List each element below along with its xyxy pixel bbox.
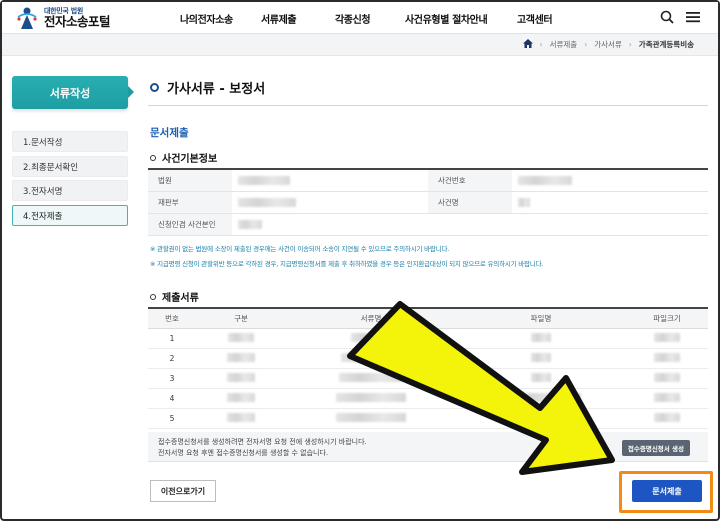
- section-title: 문서제출: [150, 127, 189, 139]
- redacted-value: [238, 176, 290, 185]
- breadcrumb-item[interactable]: 서류제출: [550, 39, 578, 50]
- page-title: 가사서류 - 보정서: [150, 78, 265, 97]
- menu-icon[interactable]: [686, 10, 700, 27]
- home-icon[interactable]: [522, 39, 533, 50]
- redacted-value: [228, 333, 254, 342]
- nav-applications[interactable]: 각종신청: [335, 11, 405, 26]
- chevron-right-icon: ›: [539, 40, 543, 49]
- chevron-right-icon: ›: [628, 40, 632, 49]
- chevron-right-icon: ›: [584, 40, 588, 49]
- redacted-value: [518, 176, 572, 185]
- footer-notice: 전자서명 요청 후엔 접수증명신청서를 생성할 수 없습니다.: [158, 448, 329, 457]
- redacted-value: [227, 373, 255, 382]
- title-divider: [148, 105, 708, 106]
- search-icon[interactable]: [660, 10, 674, 27]
- submitted-docs-heading: 제출서류: [150, 289, 199, 304]
- breadcrumb: › 서류제출 › 가사서류 › 가족관계등록비송: [522, 39, 694, 50]
- label-party: 신청인겸 사건본인: [148, 214, 232, 235]
- nav-customer-center[interactable]: 고객센터: [517, 11, 577, 26]
- breadcrumb-current: 가족관계등록비송: [638, 40, 694, 49]
- notice-payment-order: ※ 지급명령 신청이 관할위반 등으로 각하된 경우, 지급명령신청서를 제출 …: [150, 260, 544, 268]
- col-number: 번호: [165, 314, 179, 323]
- nav-document-submit[interactable]: 서류제출: [261, 11, 335, 26]
- notice-jurisdiction: ※ 관할권이 없는 법원에 소장이 제출된 경우에는 사건이 이송되어 소송이 …: [150, 245, 450, 253]
- site-logo[interactable]: 대한민국 법원 전자소송포털: [14, 5, 111, 31]
- generate-receipt-button[interactable]: 접수증명신청서 생성: [621, 440, 690, 456]
- redacted-value: [654, 413, 680, 422]
- basic-info-heading: 사건기본정보: [150, 150, 217, 165]
- yellow-arrow-icon: [347, 301, 615, 475]
- sidebar-step-final-check[interactable]: 2.최종문서확인: [12, 156, 128, 177]
- redacted-value: [227, 413, 255, 422]
- redacted-value: [654, 373, 680, 382]
- footer-notice: 접수증명신청서를 생성하려면 전자서명 요청 전에 생성하시기 바랍니다.: [158, 438, 367, 446]
- table-row: 법원 사건번호: [148, 170, 708, 192]
- redacted-value: [238, 220, 262, 229]
- redacted-value: [227, 393, 255, 402]
- redacted-value: [654, 353, 680, 362]
- redacted-value: [518, 198, 530, 207]
- label-division: 재판부: [148, 192, 232, 213]
- submit-document-button[interactable]: 문서제출: [632, 480, 702, 502]
- title-bullet-icon: [150, 83, 159, 92]
- bullet-icon: [150, 154, 156, 161]
- redacted-value: [227, 353, 255, 362]
- site-header: 대한민국 법원 전자소송포털 나의전자소송 서류제출 각종신청 사건유형별 절차…: [2, 2, 718, 34]
- case-info-table: 법원 사건번호 재판부 사건명 신청인겸 사건본인: [148, 168, 708, 236]
- label-case-no: 사건번호: [428, 170, 512, 191]
- table-row: 재판부 사건명: [148, 192, 708, 214]
- sidebar-step-e-submit[interactable]: 4.전자제출: [12, 205, 128, 226]
- redacted-value: [238, 198, 296, 207]
- col-type: 구분: [234, 314, 248, 323]
- main-nav: 나의전자소송 서류제출 각종신청 사건유형별 절차안내 고객센터: [180, 2, 577, 34]
- label-case-name: 사건명: [428, 192, 512, 213]
- label-court: 법원: [148, 170, 232, 191]
- sidebar-title: 서류작성: [12, 76, 134, 109]
- breadcrumb-item[interactable]: 가사서류: [594, 39, 622, 50]
- logo-title: 전자소송포털: [44, 14, 111, 30]
- court-emblem-icon: [14, 5, 40, 31]
- redacted-value: [654, 333, 680, 342]
- bullet-icon: [150, 293, 156, 300]
- breadcrumb-bar: › 서류제출 › 가사서류 › 가족관계등록비송: [2, 34, 718, 56]
- prev-button[interactable]: 이전으로가기: [150, 480, 216, 502]
- sidebar-step-compose[interactable]: 1.문서작성: [12, 131, 128, 152]
- redacted-value: [654, 393, 680, 402]
- nav-procedure-guide[interactable]: 사건유형별 절차안내: [405, 11, 517, 26]
- sidebar-step-e-sign[interactable]: 3.전자서명: [12, 180, 128, 201]
- table-row: 신청인겸 사건본인: [148, 214, 708, 236]
- nav-my-lawsuit[interactable]: 나의전자소송: [180, 11, 261, 26]
- col-file-size: 파일크기: [653, 314, 681, 323]
